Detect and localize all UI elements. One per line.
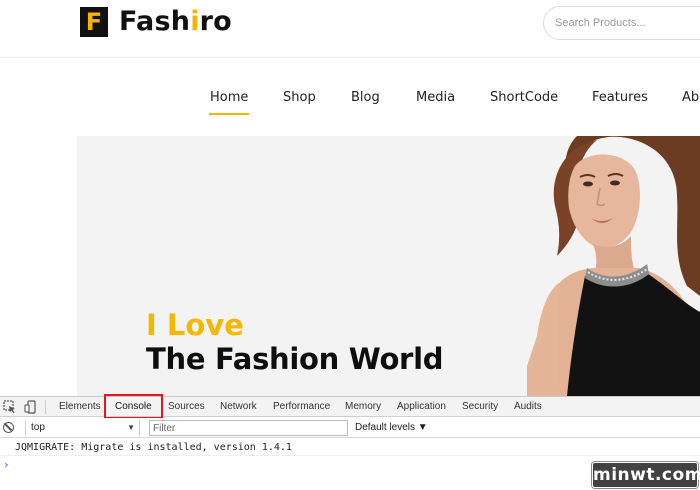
device-toolbar-icon[interactable] [24,400,38,414]
console-filter-input[interactable] [149,420,348,436]
context-select[interactable]: top ▼ [25,420,140,436]
nav-item-blog[interactable]: Blog [351,90,380,105]
hero-title-line2: The Fashion World [146,342,444,376]
logo-text: Fashiro [119,7,232,37]
tab-memory[interactable]: Memory [345,397,381,417]
tab-sources[interactable]: Sources [168,397,205,417]
tab-network[interactable]: Network [220,397,257,417]
console-prompt-icon[interactable]: › [3,458,10,472]
devtools-tabbar: Elements Console Sources Network Perform… [0,394,700,419]
nav-item-shortcode[interactable]: ShortCode [490,90,558,105]
nav-item-features[interactable]: Features [592,90,648,105]
main-nav: Home Shop Blog Media ShortCode Features … [0,58,700,136]
tab-performance[interactable]: Performance [273,397,330,417]
site-logo[interactable]: F Fashiro [80,7,232,40]
logo-letter: F [85,8,103,36]
nav-item-shop[interactable]: Shop [283,90,316,105]
nav-item-media[interactable]: Media [416,90,455,105]
search-input[interactable] [555,7,700,39]
tab-application[interactable]: Application [397,397,446,417]
clear-console-icon[interactable] [3,422,14,433]
logo-text-suffix: ro [199,6,232,37]
toolbar-divider [45,400,46,414]
inspect-element-icon[interactable] [3,400,17,414]
site-header: F Fashiro [0,0,700,58]
logo-text-accent: i [190,6,200,37]
watermark: minwt.com [592,462,700,488]
console-toolbar: top ▼ Default levels ▼ [0,418,700,438]
hero-model-image [527,136,700,396]
tab-console[interactable]: Console [104,394,163,419]
logo-text-prefix: Fash [119,6,191,37]
search-box [543,6,700,40]
console-message: JQMIGRATE: Migrate is installed, version… [0,439,700,456]
chevron-down-icon: ▼ [127,423,135,432]
tab-security[interactable]: Security [462,397,498,417]
tab-audits[interactable]: Audits [514,397,542,417]
log-levels-select[interactable]: Default levels ▼ [355,420,428,436]
context-select-value: top [31,422,45,433]
tab-elements[interactable]: Elements [59,397,101,417]
logo-mark-icon: F [80,7,112,40]
hero-banner: I Love The Fashion World [77,136,700,396]
hero-title-line1: I Love [146,308,244,342]
nav-item-about[interactable]: Ab [682,90,699,105]
nav-item-home[interactable]: Home [208,90,250,115]
